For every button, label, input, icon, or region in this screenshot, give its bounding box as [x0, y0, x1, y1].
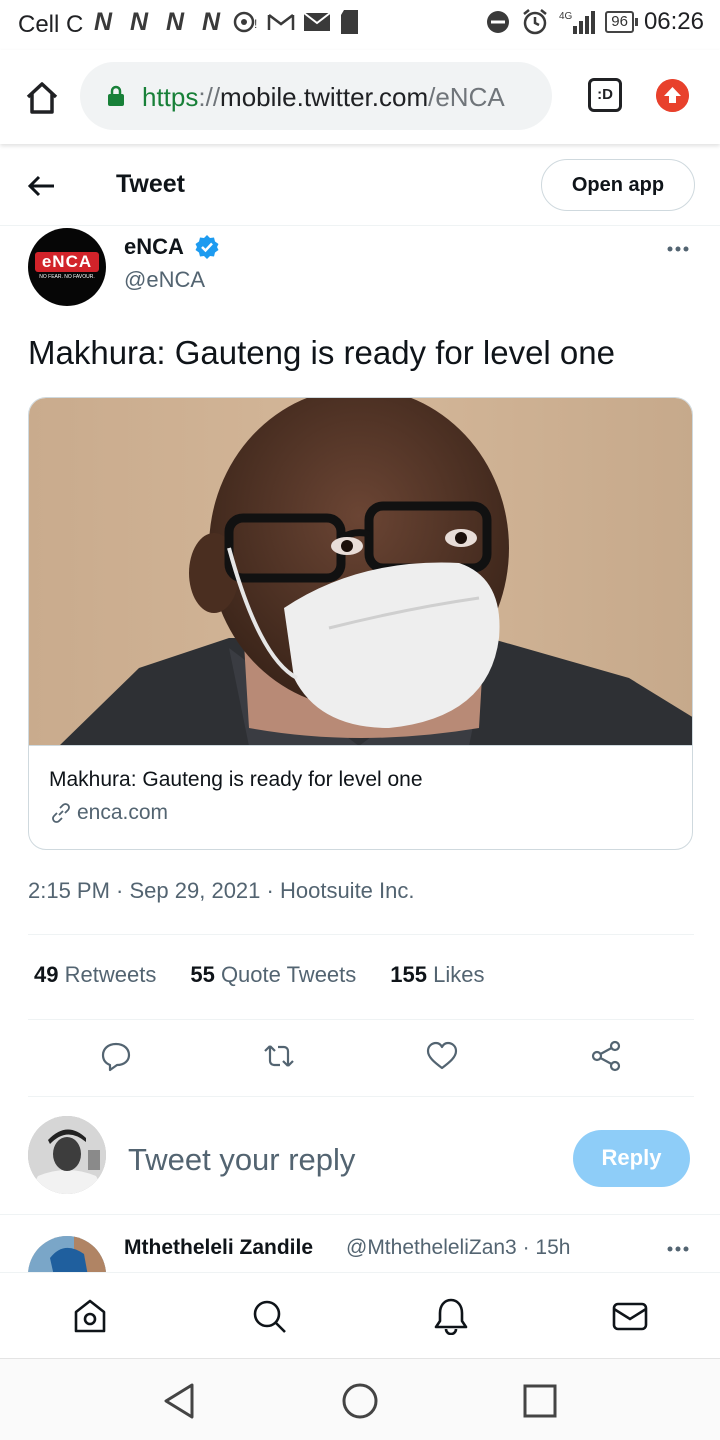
- author-avatar[interactable]: eNCA NO FEAR. NO FAVOUR.: [28, 228, 106, 306]
- notifications-bell-icon[interactable]: [432, 1297, 470, 1335]
- page-title: Tweet: [116, 170, 185, 198]
- home-icon[interactable]: [22, 78, 62, 118]
- notification-n-icon: N: [165, 8, 185, 36]
- share-icon[interactable]: [590, 1040, 622, 1072]
- card-domain: enca.com: [77, 801, 169, 824]
- tweet-stats: 49 Retweets 55 Quote Tweets 155 Likes: [34, 962, 484, 988]
- divider: [0, 1214, 720, 1215]
- svg-text:4G: 4G: [559, 11, 573, 22]
- url-bar[interactable]: https://mobile.twitter.com/eNCA: [80, 62, 552, 130]
- signal-4g-icon: 4G: [559, 11, 596, 34]
- home-circle-icon[interactable]: [340, 1381, 380, 1421]
- likes-stat[interactable]: 155 Likes: [390, 962, 484, 988]
- browser-toolbar: https://mobile.twitter.com/eNCA :D: [0, 50, 720, 144]
- notification-n-icon: N: [129, 8, 149, 36]
- divider: [28, 1019, 694, 1020]
- status-right: 4G 96 06:26: [485, 8, 704, 36]
- tab-switcher-button[interactable]: :D: [588, 78, 622, 112]
- link-icon: [52, 803, 70, 823]
- email-icon: [303, 12, 331, 31]
- link-preview-card[interactable]: Makhura: Gauteng is ready for level one …: [28, 397, 693, 850]
- search-icon[interactable]: [250, 1297, 288, 1335]
- card-title: Makhura: Gauteng is ready for level one: [49, 768, 423, 791]
- reply-author-name[interactable]: Mthetheleli Zandile: [124, 1236, 313, 1260]
- tweet-text: Makhura: Gauteng is ready for level one: [28, 334, 615, 371]
- reply-button[interactable]: Reply: [573, 1130, 690, 1187]
- gmail-icon: [267, 14, 295, 30]
- wifi-hotspot-icon: !: [233, 11, 257, 33]
- dnd-icon: [487, 11, 510, 33]
- alarm-icon: [523, 9, 548, 35]
- quote-tweets-stat[interactable]: 55 Quote Tweets: [190, 962, 356, 988]
- tweet-source[interactable]: Hootsuite Inc.: [280, 878, 415, 903]
- article-photo: [29, 398, 692, 746]
- reply-author-handle[interactable]: @MthetheleliZan3 · 15h: [346, 1236, 570, 1260]
- open-app-button[interactable]: Open app: [541, 159, 695, 211]
- verified-badge-icon: [195, 235, 219, 259]
- system-navigation-bar: [0, 1358, 720, 1440]
- lock-icon: [108, 85, 124, 106]
- divider: [28, 1096, 694, 1097]
- tweet-time[interactable]: 2:15 PM: [28, 878, 110, 903]
- reply-icon[interactable]: [100, 1040, 132, 1072]
- update-icon[interactable]: [656, 79, 689, 112]
- enca-logo: eNCA: [35, 252, 99, 272]
- retweets-stat[interactable]: 49 Retweets: [34, 962, 156, 988]
- divider: [28, 934, 694, 935]
- more-options-icon[interactable]: [666, 1244, 690, 1254]
- tweet-metadata: 2:15 PM · Sep 29, 2021 · Hootsuite Inc.: [28, 878, 415, 903]
- notification-icons: N N N N !: [88, 8, 362, 36]
- retweet-icon[interactable]: [263, 1040, 295, 1072]
- tweet-header: Tweet Open app: [0, 150, 720, 226]
- messages-envelope-icon[interactable]: [611, 1297, 649, 1335]
- recents-square-icon[interactable]: [520, 1381, 560, 1421]
- sd-card-icon: [341, 10, 358, 34]
- author-name[interactable]: eNCA: [124, 234, 184, 260]
- carrier-label: Cell C: [18, 11, 84, 38]
- notification-n-icon: N: [93, 8, 113, 36]
- author-handle[interactable]: @eNCA: [124, 267, 205, 293]
- reply-input[interactable]: [128, 1140, 538, 1180]
- enca-tagline: NO FEAR. NO FAVOUR.: [39, 274, 95, 280]
- url-text: https://mobile.twitter.com/eNCA: [142, 82, 505, 112]
- status-bar: Cell C N N N N ! 4G 96 06:26: [0, 0, 720, 50]
- home-icon[interactable]: [71, 1297, 109, 1335]
- bottom-navigation: [0, 1272, 720, 1358]
- back-arrow-icon[interactable]: [26, 170, 58, 202]
- notification-n-icon: N: [201, 8, 221, 36]
- back-triangle-icon[interactable]: [160, 1381, 200, 1421]
- tweet-date[interactable]: Sep 29, 2021: [130, 878, 261, 903]
- svg-text:!: !: [254, 17, 257, 31]
- user-avatar[interactable]: [28, 1116, 106, 1194]
- clock: 06:26: [643, 8, 704, 35]
- more-options-icon[interactable]: [666, 244, 690, 254]
- battery-indicator: 96: [605, 11, 638, 33]
- like-heart-icon[interactable]: [426, 1040, 458, 1072]
